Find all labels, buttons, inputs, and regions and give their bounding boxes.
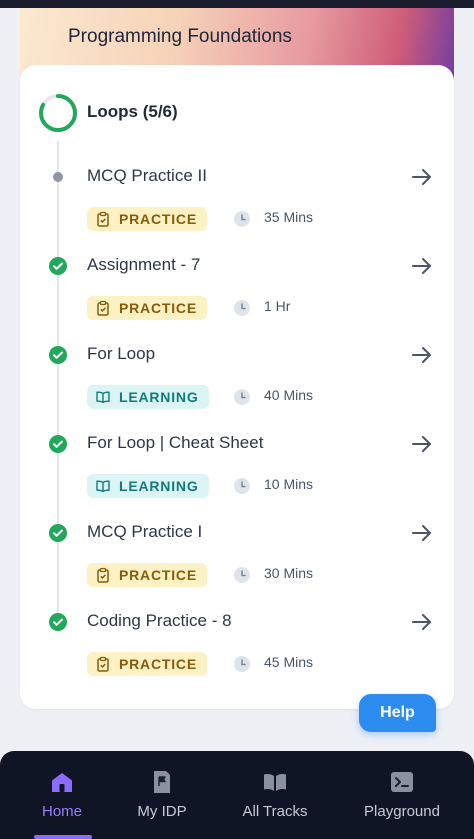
- badge-label: PRACTICE: [119, 567, 197, 583]
- duration-text: 40 Mins: [264, 387, 314, 403]
- bottom-nav: Home My IDP All Tracks Playground: [0, 751, 474, 839]
- duration-text: 1 Hr: [264, 298, 291, 314]
- nav-label: Home: [41, 803, 82, 820]
- terminal-icon: [391, 772, 413, 792]
- course-title: Programming Foundations: [68, 26, 292, 47]
- open-book-icon: [264, 774, 286, 791]
- check-circle-icon: [49, 613, 67, 631]
- arrow-right-icon[interactable]: [410, 254, 434, 278]
- type-badge: LEARNING: [87, 474, 209, 498]
- nav-label: Playground: [364, 803, 440, 820]
- badge-label: LEARNING: [119, 389, 199, 405]
- clock-icon: [234, 300, 250, 316]
- type-badge: PRACTICE: [87, 563, 207, 587]
- check-circle-icon: [49, 524, 67, 542]
- clock-icon: [234, 211, 250, 227]
- nav-item-my-idp[interactable]: My IDP: [122, 751, 202, 839]
- list-item[interactable]: Assignment - 7 PRACTICE 1 Hr: [20, 254, 454, 343]
- arrow-right-icon[interactable]: [410, 432, 434, 456]
- item-title[interactable]: For Loop | Cheat Sheet: [87, 433, 263, 453]
- list-item[interactable]: Coding Practice - 8 PRACTICE 45 Mins: [20, 610, 454, 699]
- clock-icon: [234, 656, 250, 672]
- list-item[interactable]: For Loop | Cheat Sheet LEARNING 10 Mins: [20, 432, 454, 521]
- arrow-right-icon[interactable]: [410, 521, 434, 545]
- nav-label: My IDP: [137, 803, 187, 820]
- pending-dot-icon: [53, 172, 63, 182]
- item-title[interactable]: Coding Practice - 8: [87, 611, 232, 631]
- arrow-right-icon[interactable]: [410, 165, 434, 189]
- badge-label: PRACTICE: [119, 211, 197, 227]
- clipboard-check-icon: [97, 567, 109, 583]
- list-item[interactable]: MCQ Practice II PRACTICE 35 Mins: [20, 165, 454, 254]
- check-circle-icon: [49, 346, 67, 364]
- nav-item-home[interactable]: Home: [22, 751, 102, 839]
- clock-icon: [234, 389, 250, 405]
- item-title[interactable]: For Loop: [87, 344, 155, 364]
- clipboard-check-icon: [97, 656, 109, 672]
- clipboard-check-icon: [97, 300, 109, 316]
- active-tab-indicator: [34, 835, 92, 839]
- badge-label: PRACTICE: [119, 656, 197, 672]
- item-title[interactable]: Assignment - 7: [87, 255, 200, 275]
- item-title[interactable]: MCQ Practice I: [87, 522, 202, 542]
- clock-icon: [234, 478, 250, 494]
- arrow-right-icon[interactable]: [410, 343, 434, 367]
- progress-ring-icon: [39, 94, 77, 132]
- type-badge: PRACTICE: [87, 652, 207, 676]
- clock-icon: [234, 567, 250, 583]
- clipboard-check-icon: [97, 211, 109, 227]
- type-badge: PRACTICE: [87, 296, 207, 320]
- check-circle-icon: [49, 435, 67, 453]
- module-card: Loops (5/6) MCQ Practice II PRACTICE 35 …: [20, 65, 454, 709]
- duration-text: 45 Mins: [264, 654, 314, 670]
- help-button[interactable]: Help: [359, 694, 436, 732]
- badge-label: LEARNING: [119, 478, 199, 494]
- list-item[interactable]: MCQ Practice I PRACTICE 30 Mins: [20, 521, 454, 610]
- nav-item-all-tracks[interactable]: All Tracks: [230, 751, 320, 839]
- open-book-icon: [96, 391, 110, 404]
- nav-item-playground[interactable]: Playground: [352, 751, 452, 839]
- duration-text: 30 Mins: [264, 565, 314, 581]
- section-title: Loops (5/6): [87, 102, 178, 121]
- duration-text: 10 Mins: [264, 476, 314, 492]
- type-badge: PRACTICE: [87, 207, 207, 231]
- type-badge: LEARNING: [87, 385, 209, 409]
- duration-text: 35 Mins: [264, 209, 314, 225]
- check-circle-icon: [49, 257, 67, 275]
- home-icon: [52, 773, 72, 792]
- flag-document-icon: [154, 771, 170, 793]
- status-bar: [0, 0, 474, 8]
- nav-label: All Tracks: [242, 803, 308, 820]
- open-book-icon: [96, 480, 110, 493]
- badge-label: PRACTICE: [119, 300, 197, 316]
- list-item[interactable]: For Loop LEARNING 40 Mins: [20, 343, 454, 432]
- item-title[interactable]: MCQ Practice II: [87, 166, 207, 186]
- arrow-right-icon[interactable]: [410, 610, 434, 634]
